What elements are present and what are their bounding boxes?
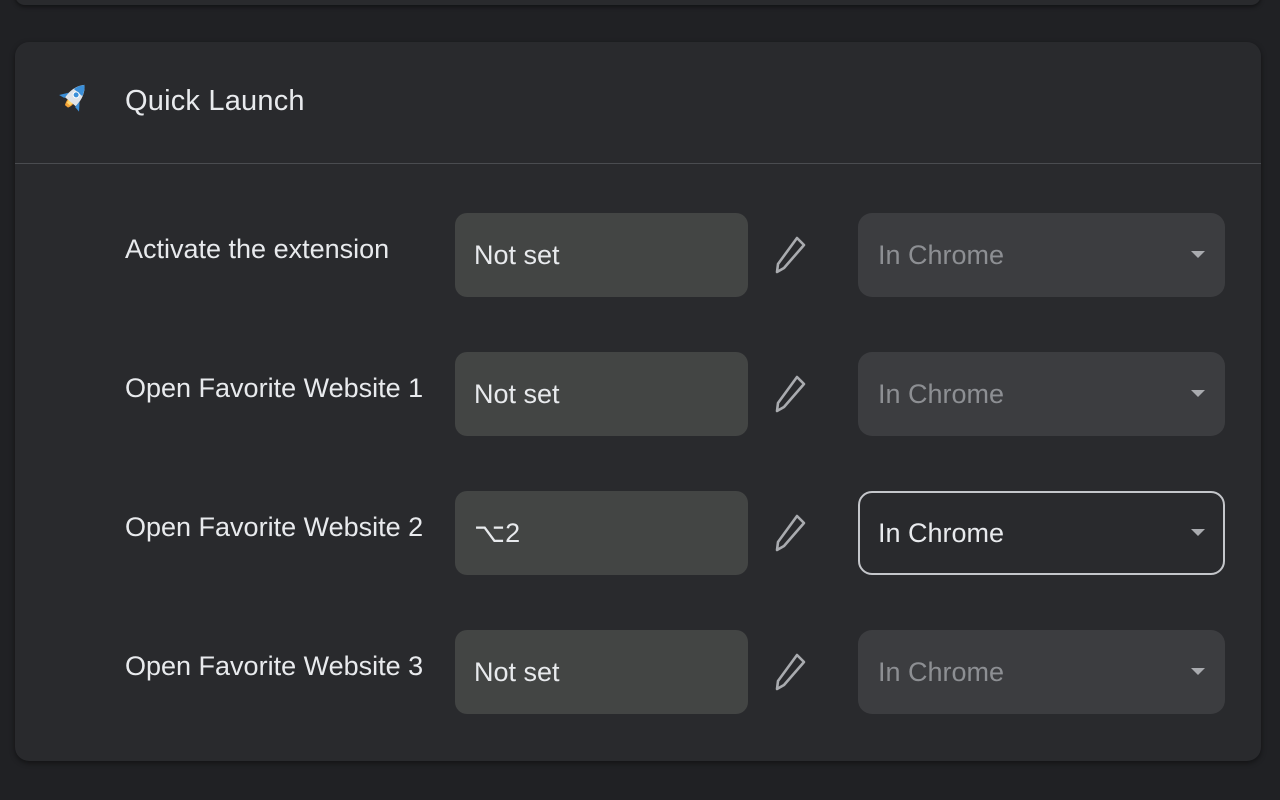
row-label: Open Favorite Website 2 xyxy=(125,512,424,542)
shortcut-input[interactable]: Not set xyxy=(455,352,748,436)
pencil-icon xyxy=(775,653,806,691)
caret-down-icon xyxy=(1191,390,1205,397)
rocket-icon xyxy=(59,84,85,112)
edit-shortcut-button[interactable] xyxy=(769,650,813,694)
scope-select-value: In Chrome xyxy=(878,518,1005,548)
scope-select[interactable]: In Chrome xyxy=(858,213,1225,297)
caret-down-icon xyxy=(1191,529,1205,536)
scope-select[interactable]: In Chrome xyxy=(858,491,1225,575)
shortcut-row-activate-extension: Activate the extension Not set In Chrome xyxy=(15,213,1261,297)
shortcut-input[interactable]: Not set xyxy=(455,213,748,297)
pencil-icon xyxy=(775,236,806,274)
shortcut-row-favorite-website-2: Open Favorite Website 2 ⌥2 In Chrome xyxy=(15,491,1261,575)
row-label: Activate the extension xyxy=(125,234,390,264)
edit-shortcut-button[interactable] xyxy=(769,233,813,277)
scope-select-value: In Chrome xyxy=(878,240,1005,270)
edit-shortcut-button[interactable] xyxy=(769,372,813,416)
quick-launch-card: Quick Launch Activate the extension Not … xyxy=(15,42,1261,761)
scope-select-value: In Chrome xyxy=(878,379,1005,409)
edit-shortcut-button[interactable] xyxy=(769,511,813,555)
shortcut-input[interactable]: ⌥2 xyxy=(455,491,748,575)
card-header: Quick Launch xyxy=(15,42,1261,164)
row-label: Open Favorite Website 1 xyxy=(125,373,424,403)
shortcut-input[interactable]: Not set xyxy=(455,630,748,714)
card-title: Quick Launch xyxy=(125,85,305,117)
pencil-icon xyxy=(775,514,806,552)
shortcut-row-favorite-website-1: Open Favorite Website 1 Not set In Chrom… xyxy=(15,352,1261,436)
scope-select[interactable]: In Chrome xyxy=(858,630,1225,714)
row-label: Open Favorite Website 3 xyxy=(125,651,424,681)
scope-select[interactable]: In Chrome xyxy=(858,352,1225,436)
pencil-icon xyxy=(775,375,806,413)
scope-select-value: In Chrome xyxy=(878,657,1005,687)
previous-section-card xyxy=(15,0,1261,5)
caret-down-icon xyxy=(1191,251,1205,258)
caret-down-icon xyxy=(1191,668,1205,675)
shortcut-row-favorite-website-3: Open Favorite Website 3 Not set In Chrom… xyxy=(15,630,1261,714)
